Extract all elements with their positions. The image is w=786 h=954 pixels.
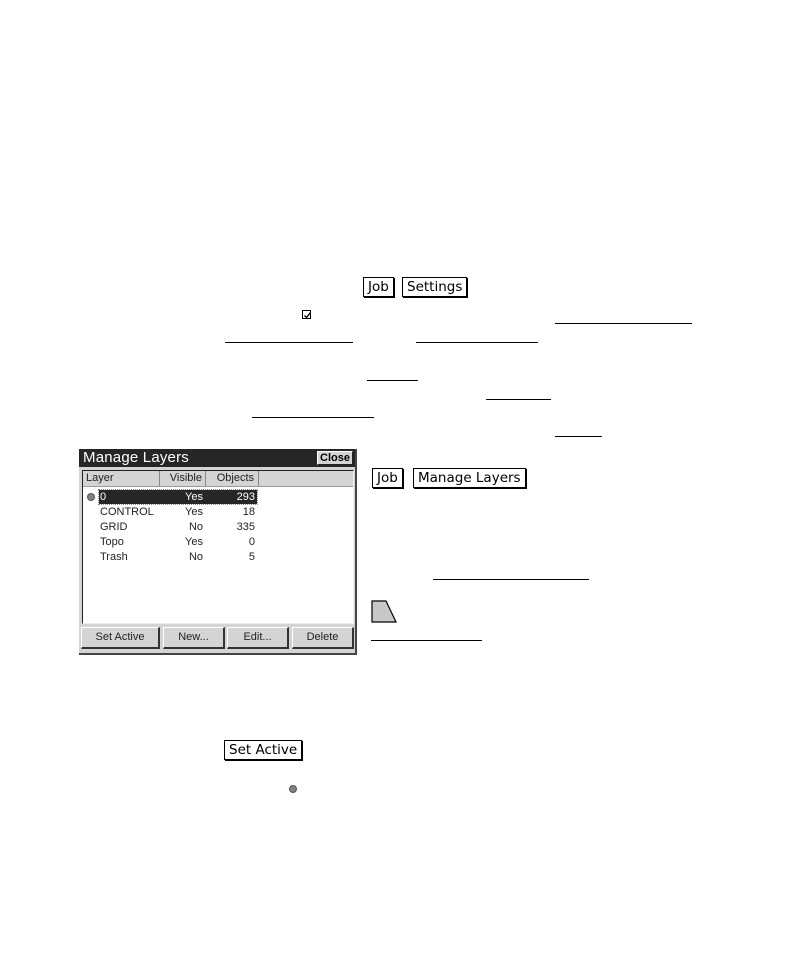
- layer-name: Trash: [100, 551, 128, 563]
- layer-objects: 5: [248, 551, 255, 563]
- link-underline[interactable]: [555, 436, 602, 437]
- dialog-titlebar: Manage Layers Close: [79, 449, 355, 467]
- link-underline[interactable]: [371, 640, 482, 641]
- manage-layers-key: Manage Layers: [413, 468, 526, 488]
- link-underline[interactable]: [252, 417, 374, 418]
- manage-layers-dialog: Manage Layers Close Layer Visible Object…: [79, 449, 357, 655]
- job-key: Job: [363, 277, 394, 297]
- delete-button[interactable]: Delete: [292, 627, 354, 649]
- layer-visible: Yes: [185, 491, 203, 503]
- set-active-key: Set Active: [224, 740, 303, 760]
- new-button[interactable]: New...: [163, 627, 225, 649]
- layer-objects: 0: [248, 536, 255, 548]
- column-header-layer[interactable]: Layer: [83, 471, 160, 486]
- layer-visible: No: [188, 521, 203, 533]
- edit-button[interactable]: Edit...: [227, 627, 289, 649]
- link-underline[interactable]: [416, 342, 538, 343]
- active-layer-dot-icon: [289, 785, 297, 793]
- layer-visible: No: [188, 551, 203, 563]
- set-active-button[interactable]: Set Active: [81, 627, 160, 649]
- dialog-title: Manage Layers: [83, 449, 189, 466]
- column-header-visible[interactable]: Visible: [160, 471, 206, 486]
- layer-visible: Yes: [185, 536, 203, 548]
- link-underline[interactable]: [555, 323, 692, 324]
- close-button[interactable]: Close: [317, 451, 353, 465]
- list-header: Layer Visible Objects: [83, 471, 353, 487]
- link-underline[interactable]: [225, 342, 353, 343]
- column-header-objects[interactable]: Objects: [206, 471, 259, 486]
- layer-visible: Yes: [185, 506, 203, 518]
- table-row[interactable]: 0 Yes 293: [83, 489, 353, 505]
- layer-name: GRID: [100, 521, 128, 533]
- link-underline[interactable]: [433, 579, 589, 580]
- layer-objects: 335: [236, 521, 255, 533]
- link-underline[interactable]: [367, 380, 418, 381]
- layer-name: 0: [100, 491, 107, 503]
- active-layer-dot-icon: [87, 493, 95, 501]
- trapezoid-icon: [371, 600, 397, 623]
- table-row[interactable]: CONTROL Yes 18: [83, 505, 353, 520]
- settings-key: Settings: [402, 277, 468, 297]
- layer-objects: 293: [236, 491, 255, 503]
- layer-objects: 18: [242, 506, 255, 518]
- layer-name: CONTROL: [100, 506, 154, 518]
- table-row[interactable]: Topo Yes 0: [83, 535, 353, 550]
- job-key: Job: [372, 468, 403, 488]
- checkbox-checked-icon: [302, 310, 312, 319]
- layers-list[interactable]: Layer Visible Objects 0 Yes 293 CONTROL …: [82, 470, 354, 624]
- layer-name: Topo: [100, 536, 124, 548]
- table-row[interactable]: GRID No 335: [83, 520, 353, 535]
- link-underline[interactable]: [486, 399, 551, 400]
- table-row[interactable]: Trash No 5: [83, 550, 353, 565]
